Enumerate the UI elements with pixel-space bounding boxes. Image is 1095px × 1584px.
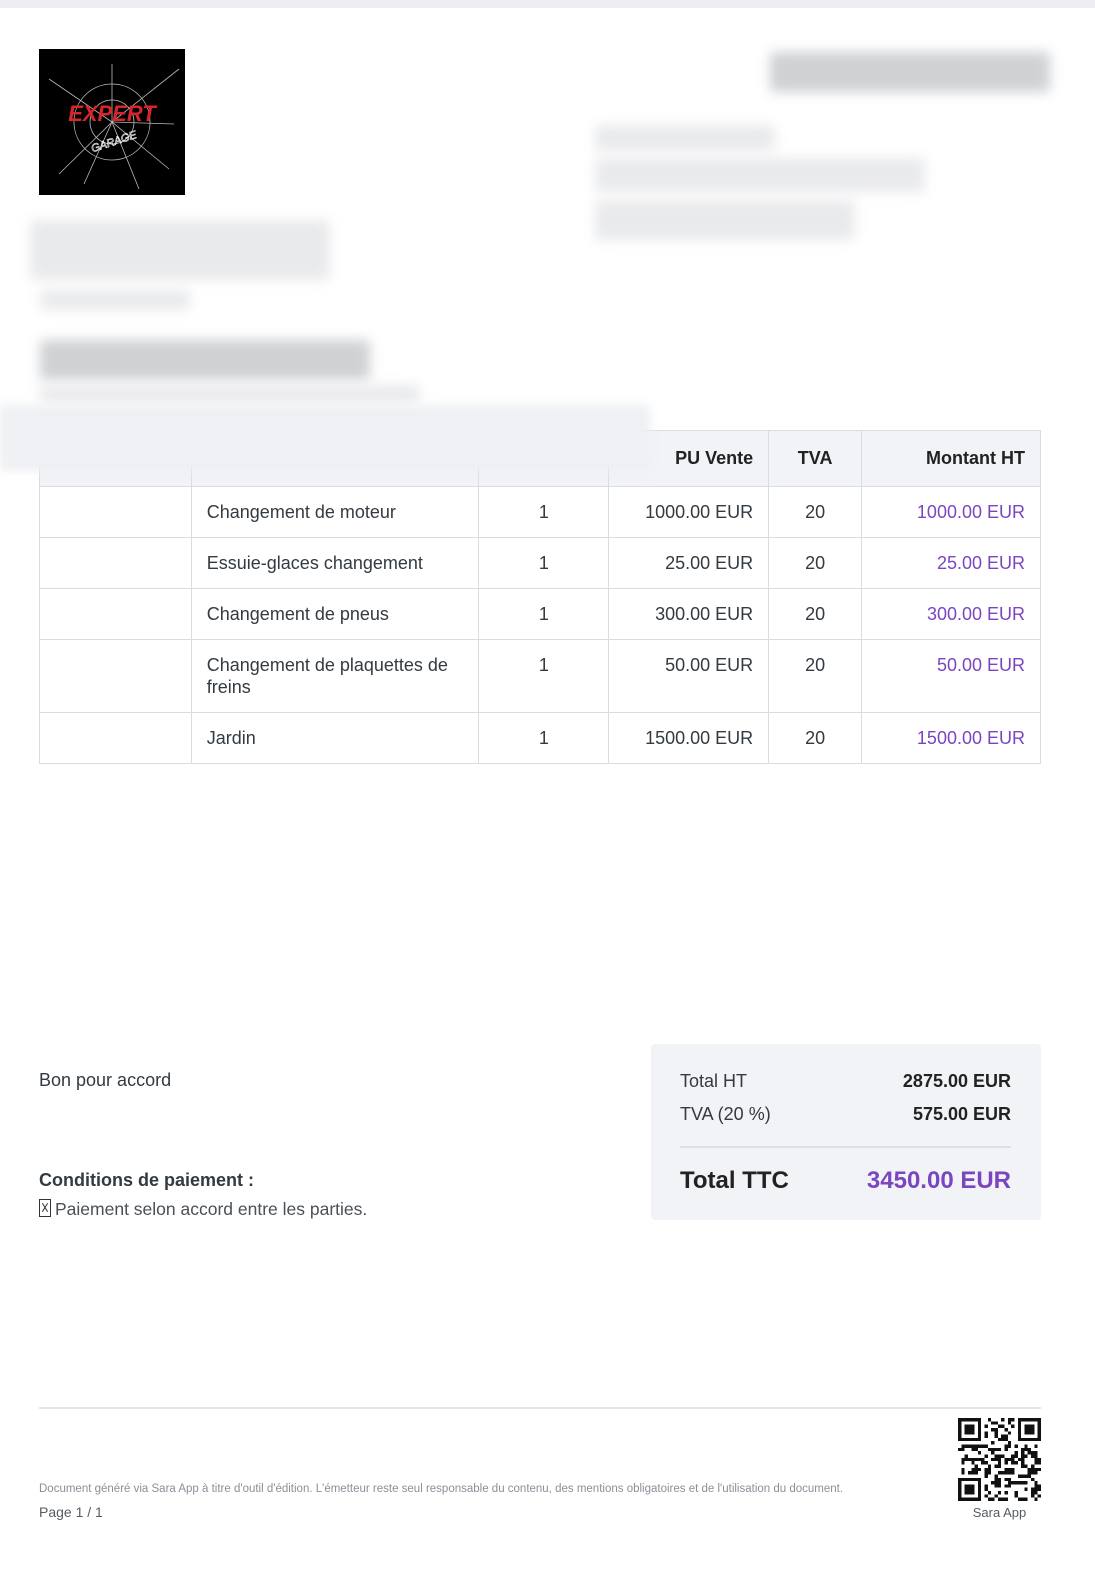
- cell-montant: 50.00 EUR: [861, 639, 1041, 713]
- table-row: Changement de pneus 1 300.00 EUR 20 300.…: [39, 588, 1041, 640]
- cell-pu: 1500.00 EUR: [608, 712, 770, 764]
- tva-value: 575.00 EUR: [912, 1104, 1011, 1124]
- table-row: Changement de moteur 1 1000.00 EUR 20 10…: [39, 486, 1041, 538]
- cell-quantity: 1: [478, 639, 610, 713]
- cell-pu: 1000.00 EUR: [608, 486, 770, 538]
- svg-text:GARAGE: GARAGE: [90, 129, 139, 155]
- redacted-document-title: [770, 52, 1050, 92]
- cell-designation: Essuie-glaces changement: [190, 537, 480, 589]
- missing-glyph-icon: [39, 1199, 51, 1217]
- header-montant-ht: Montant HT: [861, 430, 1041, 487]
- payment-conditions: Paiement selon accord entre les parties.: [39, 1199, 367, 1220]
- items-table: PU Vente TVA Montant HT Changement de mo…: [39, 430, 1041, 764]
- total-ht-value: 2875.00 EUR: [902, 1071, 1011, 1091]
- qr-label: Sara App: [972, 1505, 1027, 1520]
- cell-montant: 25.00 EUR: [861, 537, 1041, 589]
- cell-designation: Changement de moteur: [190, 486, 480, 538]
- cell-montant: 1500.00 EUR: [861, 712, 1041, 764]
- cell-quantity: 1: [478, 588, 610, 640]
- redacted-table-headers: [0, 405, 650, 471]
- svg-text:EXPERT: EXPERT: [68, 101, 157, 126]
- totals-divider: [680, 1146, 1011, 1148]
- redacted-issuer-line: [595, 125, 775, 151]
- total-ttc-value: 3450.00 EUR: [866, 1167, 1011, 1194]
- cell-designation: Jardin: [190, 712, 480, 764]
- cell-quantity: 1: [478, 537, 610, 589]
- cell-pu: 25.00 EUR: [608, 537, 770, 589]
- total-ht-row: Total HT 2875.00 EUR: [680, 1071, 1011, 1092]
- cell-tva: 20: [768, 588, 863, 640]
- redacted-reference: [40, 340, 370, 380]
- cell-pu: 50.00 EUR: [608, 639, 770, 713]
- header-tva: TVA: [768, 430, 863, 487]
- tva-label: TVA (20 %): [680, 1104, 771, 1124]
- cell-designation: Changement de plaquettes de freins: [190, 639, 480, 713]
- cell-reference: [39, 588, 192, 640]
- cell-tva: 20: [768, 712, 863, 764]
- footer-divider: [39, 1407, 1041, 1409]
- redacted-client-block: [30, 220, 330, 280]
- table-row: Essuie-glaces changement 1 25.00 EUR 20 …: [39, 537, 1041, 589]
- logo-graphic: EXPERT GARAGE: [48, 64, 180, 190]
- cell-reference: [39, 712, 192, 764]
- top-bar: [0, 0, 1095, 8]
- cell-tva: 20: [768, 537, 863, 589]
- company-logo: EXPERT GARAGE: [39, 49, 185, 195]
- cell-tva: 20: [768, 486, 863, 538]
- totals-box: Total HT 2875.00 EUR TVA (20 %) 575.00 E…: [651, 1044, 1041, 1220]
- redacted-issuer-line: [595, 158, 925, 192]
- cell-quantity: 1: [478, 486, 610, 538]
- cell-reference: [39, 537, 192, 589]
- table-row: Jardin 1 1500.00 EUR 20 1500.00 EUR: [39, 712, 1041, 764]
- agreement-label: Bon pour accord: [39, 1070, 172, 1090]
- cell-reference: [39, 639, 192, 713]
- cell-pu: 300.00 EUR: [608, 588, 770, 640]
- cell-montant: 300.00 EUR: [861, 588, 1041, 640]
- redacted-reference-line: [40, 385, 420, 403]
- payment-conditions-text: Paiement selon accord entre les parties.: [55, 1199, 368, 1219]
- footer-note: Document généré via Sara App à titre d'o…: [39, 1483, 844, 1495]
- qr-code-icon: [958, 1418, 1041, 1501]
- total-ht-label: Total HT: [680, 1071, 748, 1091]
- cell-designation: Changement de pneus: [190, 588, 480, 640]
- tva-row: TVA (20 %) 575.00 EUR: [680, 1104, 1011, 1125]
- total-ttc-label: Total TTC: [680, 1167, 789, 1194]
- redacted-client-line: [40, 290, 190, 310]
- payment-conditions-title: Conditions de paiement :: [39, 1170, 255, 1190]
- cell-reference: [39, 486, 192, 538]
- redacted-issuer-line: [595, 200, 855, 240]
- table-row: Changement de plaquettes de freins 1 50.…: [39, 639, 1041, 713]
- cell-tva: 20: [768, 639, 863, 713]
- cell-montant: 1000.00 EUR: [861, 486, 1041, 538]
- cell-quantity: 1: [478, 712, 610, 764]
- page-number: Page 1 / 1: [39, 1504, 103, 1520]
- total-ttc-row: Total TTC 3450.00 EUR: [680, 1167, 1011, 1195]
